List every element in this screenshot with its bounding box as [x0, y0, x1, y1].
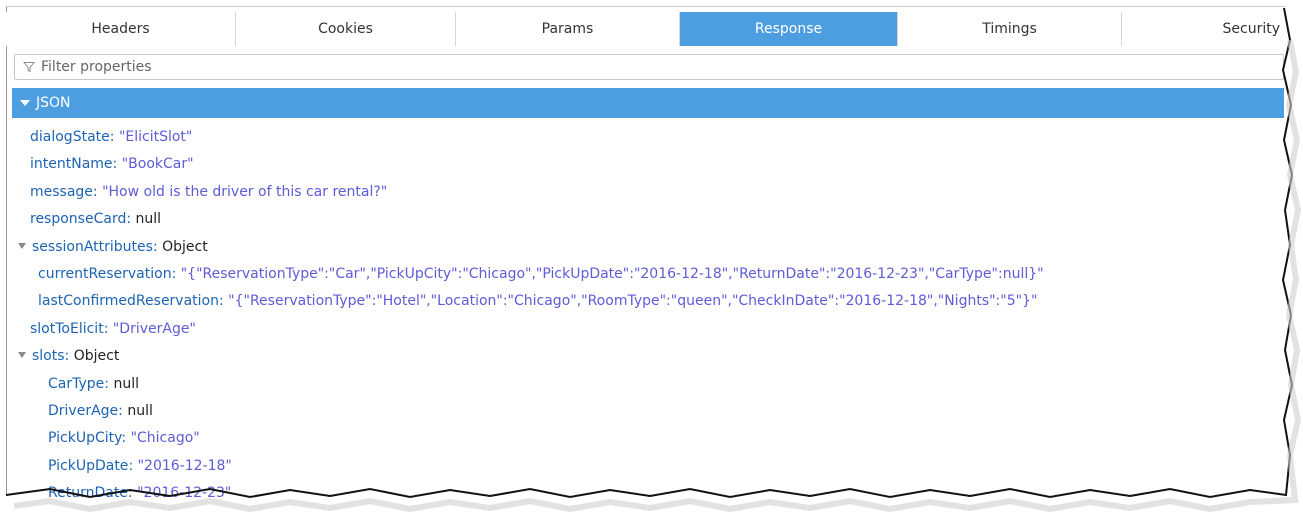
tree-row-intentname[interactable]: intentName: "BookCar"	[18, 151, 1278, 178]
tree-row-returndate[interactable]: ReturnDate: "2016-12-23"	[18, 480, 1278, 507]
filter-input[interactable]	[41, 59, 1241, 75]
property-key: currentReservation	[38, 265, 172, 282]
tab-cookies[interactable]: Cookies	[236, 12, 456, 46]
tree-row-slots[interactable]: slots: Object	[18, 343, 1278, 370]
property-value: "{"ReservationType":"Car","PickUpCity":"…	[180, 265, 1044, 282]
tree-row-pickupcity[interactable]: PickUpCity: "Chicago"	[18, 425, 1278, 452]
property-value: "How old is the driver of this car renta…	[102, 183, 388, 200]
property-value: null	[113, 375, 139, 392]
json-section-header[interactable]: JSON	[12, 88, 1284, 118]
property-value: "Chicago"	[130, 430, 200, 447]
property-key: CarType	[48, 375, 105, 392]
property-key: intentName	[30, 156, 113, 173]
property-key: PickUpDate	[48, 457, 129, 474]
collapse-triangle-icon[interactable]	[20, 100, 30, 106]
property-value: "2016-12-18"	[137, 457, 232, 474]
funnel-icon	[22, 61, 36, 73]
property-key: PickUpCity	[48, 430, 122, 447]
property-key: lastConfirmedReservation	[38, 293, 219, 310]
property-value: Object	[73, 348, 120, 365]
tree-row-lastconfirmedreservation[interactable]: lastConfirmedReservation: "{"Reservation…	[18, 288, 1278, 315]
property-value: null	[127, 402, 153, 419]
property-value: "BookCar"	[121, 156, 194, 173]
property-key: DriverAge	[48, 402, 119, 419]
property-value: "{"ReservationType":"Hotel","Location":"…	[228, 293, 1038, 310]
tab-response[interactable]: Response	[680, 12, 898, 46]
property-value: null	[135, 211, 162, 228]
property-key: dialogState	[30, 129, 110, 145]
property-value: "DriverAge"	[112, 320, 196, 337]
tree-row-cartype[interactable]: CarType: null	[18, 371, 1278, 398]
expand-triangle-icon[interactable]	[18, 242, 26, 249]
property-key: ReturnDate	[48, 485, 128, 502]
tree-row-dialogstate[interactable]: dialogState: "ElicitSlot"	[18, 124, 1278, 151]
tree-row-responsecard[interactable]: responseCard: null	[18, 206, 1278, 233]
json-tree: dialogState: "ElicitSlot" intentName: "B…	[18, 124, 1278, 507]
tab-timings[interactable]: Timings	[898, 12, 1122, 46]
filter-box[interactable]	[14, 54, 1284, 80]
tree-row-pickupdate[interactable]: PickUpDate: "2016-12-18"	[18, 453, 1278, 480]
tab-headers[interactable]: Headers	[6, 12, 236, 46]
property-value: "ElicitSlot"	[118, 129, 193, 145]
tree-row-currentreservation[interactable]: currentReservation: "{"ReservationType":…	[18, 261, 1278, 288]
tab-params[interactable]: Params	[456, 12, 680, 46]
expand-triangle-icon[interactable]	[18, 352, 26, 359]
tab-bar: Headers Cookies Params Response Timings …	[6, 12, 1286, 46]
property-value: Object	[162, 238, 208, 255]
property-key: responseCard	[30, 211, 127, 228]
tree-row-message[interactable]: message: "How old is the driver of this …	[18, 179, 1278, 206]
tree-row-slottoelicit[interactable]: slotToElicit: "DriverAge"	[18, 316, 1278, 343]
property-key: sessionAttributes	[32, 238, 153, 255]
property-key: message	[30, 183, 93, 200]
json-section-label: JSON	[36, 95, 71, 111]
tab-security[interactable]: Security	[1122, 12, 1286, 46]
property-key: slots	[32, 348, 65, 365]
property-value: "2016-12-23"	[137, 485, 232, 502]
property-key: slotToElicit	[30, 320, 104, 337]
tree-row-sessionattributes[interactable]: sessionAttributes: Object	[18, 234, 1278, 261]
tree-row-driverage[interactable]: DriverAge: null	[18, 398, 1278, 425]
